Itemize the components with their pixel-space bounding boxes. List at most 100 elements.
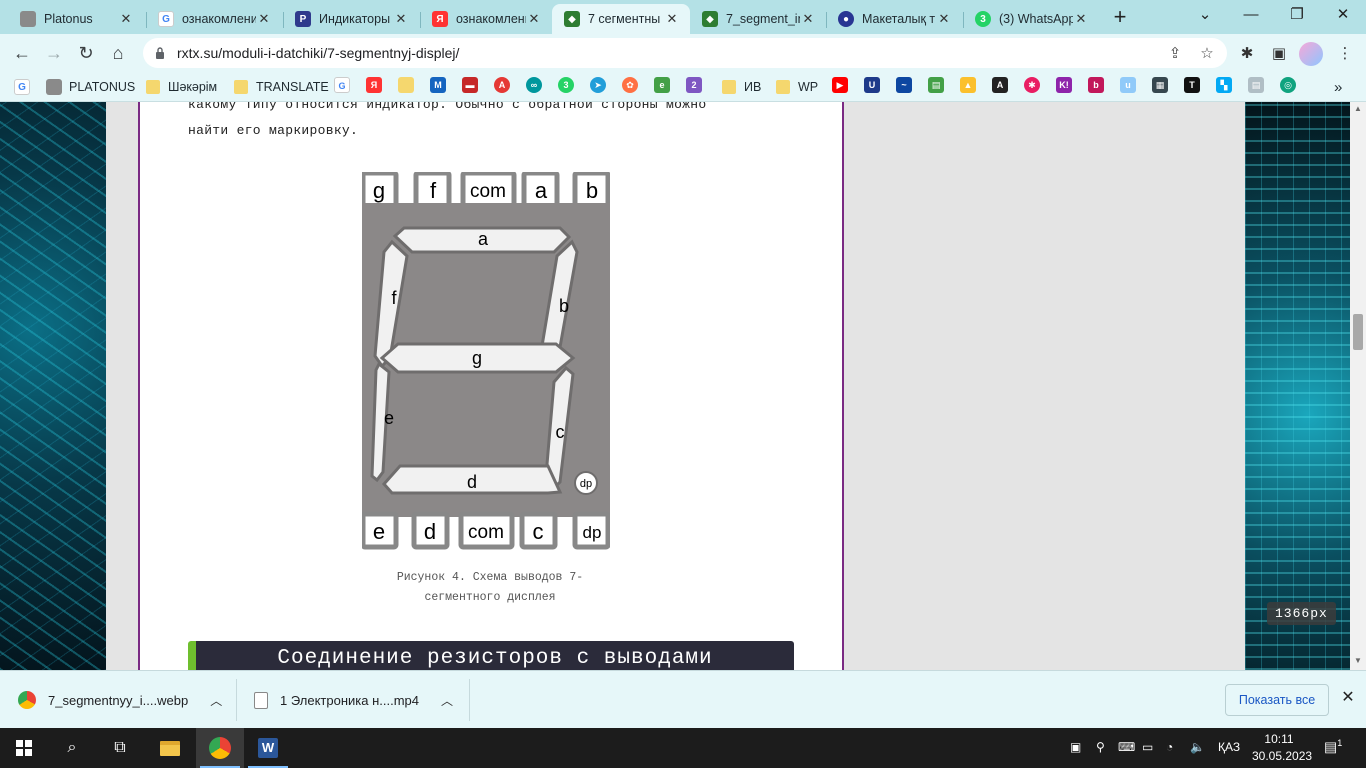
train-icon[interactable]: ▬ [462, 77, 478, 93]
more-bookmarks-icon[interactable]: » [1334, 77, 1342, 97]
bookmark-folder-iv[interactable]: ИВ [722, 77, 761, 97]
tab-title: ознакомлени [182, 12, 256, 26]
wifi-icon[interactable]: ◔ [1166, 740, 1173, 756]
show-all-downloads-button[interactable]: Показать все [1225, 684, 1329, 716]
notification-count: 1 [1337, 738, 1343, 748]
volume-icon[interactable]: 🔈 [1190, 740, 1205, 756]
caption-line: сегментного дисплея [424, 591, 556, 604]
t-site-icon[interactable]: T [1184, 77, 1200, 93]
clock-time: 10:11 [1264, 732, 1294, 746]
restore-button[interactable]: ❐ [1274, 0, 1320, 30]
b-site-icon[interactable]: b [1088, 77, 1104, 93]
flower-icon[interactable]: ✿ [622, 77, 638, 93]
url-text: rxtx.su/moduli-i-datchiki/7-segmentnyj-d… [177, 45, 460, 61]
reload-button[interactable]: ↻ [72, 39, 100, 67]
close-icon[interactable]: ✕ [1073, 11, 1089, 27]
platonus-icon [20, 11, 36, 27]
word-icon[interactable]: W [244, 728, 292, 768]
close-window-button[interactable]: ✕ [1320, 0, 1366, 30]
telegram-icon[interactable]: ➤ [590, 77, 606, 93]
language-indicator[interactable]: ҚАЗ [1218, 740, 1240, 756]
tab-7-segment-image[interactable]: ◆ 7_segment_in ✕ [690, 4, 826, 34]
tab-google[interactable]: G ознакомлени ✕ [146, 4, 282, 34]
section-heading: Соединение резисторов с выводами [277, 647, 713, 670]
close-icon[interactable]: ✕ [800, 11, 816, 27]
close-icon[interactable]: ✕ [1338, 688, 1358, 708]
close-icon[interactable]: ✕ [118, 11, 134, 27]
start-windows-icon[interactable] [0, 728, 48, 768]
youtube-icon[interactable]: ▶ [832, 77, 848, 93]
drive-icon[interactable]: ▲ [960, 77, 976, 93]
task-view-icon[interactable]: ⧉ [96, 728, 144, 768]
menu-icon[interactable]: ⋮ [1334, 43, 1356, 65]
side-panel-icon[interactable]: ▣ [1268, 43, 1290, 65]
scroll-thumb[interactable] [1353, 314, 1363, 350]
location-icon[interactable]: ⚲ [1096, 740, 1105, 756]
whatsapp-icon[interactable]: 3 [558, 77, 574, 93]
chrome-taskbar-icon[interactable] [196, 728, 244, 768]
profile-avatar[interactable] [1299, 42, 1323, 66]
tab-yandex[interactable]: Я ознакомлени ✕ [420, 4, 552, 34]
chatgpt-icon[interactable]: ◎ [1280, 77, 1296, 93]
clock[interactable]: 10:11 30.05.2023 [1252, 731, 1312, 765]
two-icon[interactable]: 2 [686, 77, 702, 93]
close-icon[interactable]: ✕ [936, 11, 952, 27]
bookmark-platonus[interactable]: PLATONUS [46, 77, 135, 97]
scroll-up-icon[interactable]: ▲ [1353, 104, 1363, 113]
lock-icon[interactable] [155, 47, 165, 59]
file-explorer-icon[interactable] [146, 728, 194, 768]
wave-icon[interactable]: ~ [896, 77, 912, 93]
notification-center-icon[interactable]: ▤1 [1324, 738, 1343, 755]
tab-whatsapp[interactable]: 3 (3) WhatsApp ✕ [963, 4, 1099, 34]
tab-platonus[interactable]: Platonus ✕ [8, 4, 144, 34]
forward-button[interactable]: → [40, 39, 68, 67]
bookmark-folder-translate[interactable]: TRANSLATE [234, 77, 329, 97]
grid-icon[interactable]: ▦ [1152, 77, 1168, 93]
bookmark-google[interactable]: G [14, 77, 37, 97]
yandex-icon[interactable]: Я [366, 77, 382, 93]
battery-icon[interactable]: ▭ [1142, 740, 1153, 756]
new-tab-button[interactable]: + [1108, 6, 1132, 30]
e-site-icon[interactable]: e [654, 77, 670, 93]
extensions-icon[interactable]: ✱ [1236, 43, 1258, 65]
squares-icon[interactable]: ▚ [1216, 77, 1232, 93]
address-bar[interactable]: rxtx.su/moduli-i-datchiki/7-segmentnyj-d… [143, 38, 1227, 68]
ab-icon[interactable]: A [494, 77, 510, 93]
chevron-up-icon[interactable]: ︿ [441, 692, 453, 709]
vertical-scrollbar[interactable]: ▲ ▼ [1350, 102, 1366, 670]
chevron-up-icon[interactable]: ︿ [210, 692, 222, 709]
u-site-icon[interactable]: U [864, 77, 880, 93]
download-item[interactable]: 1 Электроника н....mp4 ︿ [254, 671, 453, 729]
tab-indicators[interactable]: P Индикаторы ✕ [283, 4, 419, 34]
bookmark-folder-wp[interactable]: WP [776, 77, 818, 97]
close-icon[interactable]: ✕ [256, 11, 272, 27]
section-heading-box: Соединение резисторов с выводами [188, 641, 794, 670]
home-button[interactable]: ⌂ [104, 39, 132, 67]
google-icon[interactable]: G [334, 77, 350, 93]
arduino-icon[interactable]: ∞ [526, 77, 542, 93]
m-site-icon[interactable]: M [430, 77, 446, 93]
folder-icon[interactable] [398, 77, 414, 93]
classroom-icon[interactable]: ▤ [928, 77, 944, 93]
slack-icon[interactable]: ✱ [1024, 77, 1040, 93]
utb-icon[interactable]: u [1120, 77, 1136, 93]
close-icon[interactable]: ✕ [526, 11, 542, 27]
back-button[interactable]: ← [8, 39, 36, 67]
search-icon[interactable]: ⌕ [48, 728, 96, 768]
download-item[interactable]: 7_segmentnyy_i....webp ︿ [18, 671, 222, 729]
share-icon[interactable]: ⇪ [1165, 44, 1185, 64]
minimize-button[interactable]: — [1228, 0, 1274, 30]
tab-maketalyk[interactable]: ● Макеталық т ✕ [826, 4, 962, 34]
tab-7-segment-active[interactable]: ◆ 7 сегментны ✕ [552, 4, 690, 34]
keyboard-icon[interactable]: ⌨ [1118, 740, 1135, 756]
store-tray-icon[interactable]: ▣ [1070, 740, 1081, 756]
close-icon[interactable]: ✕ [393, 11, 409, 27]
angular-icon[interactable]: A [992, 77, 1008, 93]
tab-search-button[interactable]: ⌄ [1182, 0, 1228, 30]
bookmark-star-icon[interactable]: ☆ [1197, 44, 1217, 64]
kahoot-icon[interactable]: K! [1056, 77, 1072, 93]
close-icon[interactable]: ✕ [664, 11, 680, 27]
doc-icon[interactable]: ▤ [1248, 77, 1264, 93]
bookmark-folder-shakarim[interactable]: Шәкәрім [146, 77, 217, 97]
scroll-down-icon[interactable]: ▼ [1353, 656, 1363, 665]
